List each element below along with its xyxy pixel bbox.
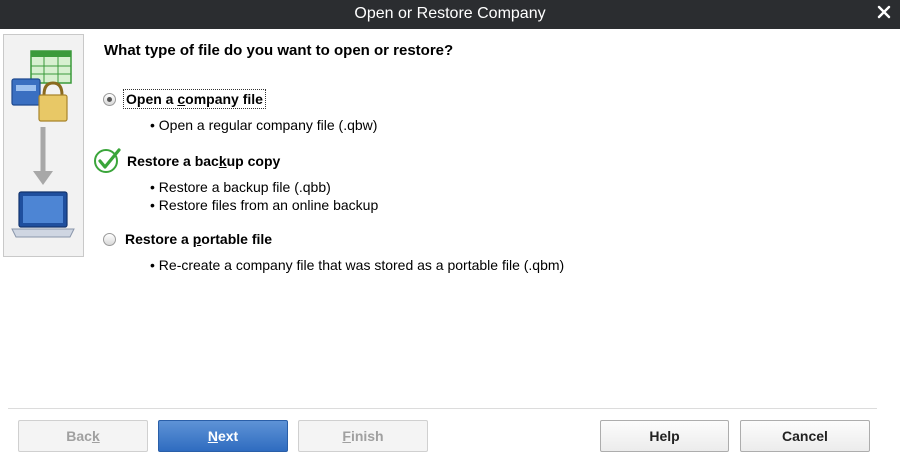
option-open-bullet: • Open a regular company file (.qbw) (150, 117, 378, 133)
cancel-button[interactable]: Cancel (740, 420, 870, 452)
footer-divider (8, 408, 877, 409)
radio-open-company-file[interactable] (103, 92, 116, 106)
option-label-restore-portable[interactable]: Restore a portable file (123, 230, 274, 248)
option-restore-backup-copy[interactable]: Restore a backup copy (118, 150, 282, 172)
option-backup-bullet-2: • Restore files from an online backup (150, 197, 379, 213)
title-bar: Open or Restore Company (0, 0, 900, 29)
option-open-company-file[interactable]: Open a company file (103, 88, 266, 110)
option-label-restore-backup[interactable]: Restore a backup copy (125, 152, 282, 170)
option-portable-bullet: • Re-create a company file that was stor… (150, 257, 565, 273)
close-icon[interactable] (876, 4, 892, 20)
finish-button[interactable]: Finish (298, 420, 428, 452)
window-title: Open or Restore Company (354, 5, 546, 22)
radio-restore-portable[interactable] (103, 232, 116, 246)
option-backup-bullet-1: • Restore a backup file (.qbb) (150, 179, 331, 195)
page-heading: What type of file do you want to open or… (104, 42, 454, 59)
option-label-open[interactable]: Open a company file (123, 89, 266, 109)
next-button[interactable]: Next (158, 420, 288, 452)
side-illustration-panel (3, 34, 84, 257)
back-button[interactable]: Bac k (18, 420, 148, 452)
help-button[interactable]: Help (600, 420, 729, 452)
option-restore-portable-file[interactable]: Restore a portable file (103, 228, 274, 250)
file-to-laptop-illustration (11, 50, 75, 238)
